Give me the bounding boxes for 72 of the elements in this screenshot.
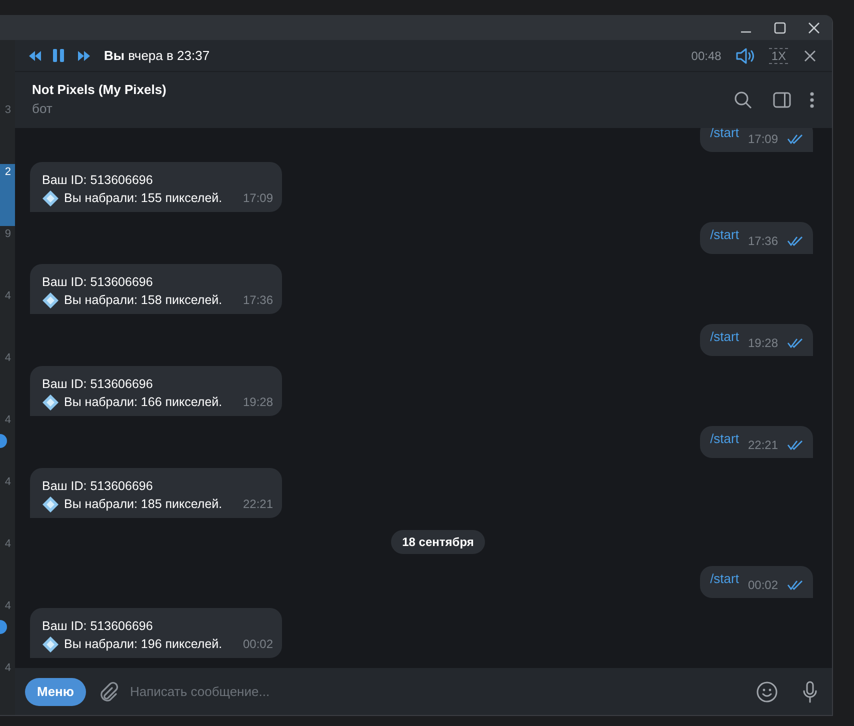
time-fragment: 3: [4, 104, 11, 116]
message-text: Вы набрали: 158 пикселей.: [64, 292, 222, 309]
command-link[interactable]: /start: [710, 128, 739, 143]
chat-list-item[interactable]: 9: [0, 226, 15, 288]
time-fragment: 4: [4, 600, 11, 612]
diamond-icon: [42, 292, 59, 308]
message-text: Ваш ID: 513606696: [42, 172, 154, 189]
time-fragment: 9: [4, 228, 11, 240]
diamond-icon: [42, 496, 59, 512]
chat-list-item[interactable]: 4: [0, 288, 15, 350]
fast-forward-icon[interactable]: [77, 50, 91, 62]
maximize-icon[interactable]: [774, 22, 786, 34]
message-text: Ваш ID: 513606696: [42, 376, 154, 393]
time-fragment: 4: [4, 662, 11, 674]
message-text: Ваш ID: 513606696: [42, 274, 154, 291]
search-icon[interactable]: [734, 91, 752, 109]
chat-list-item[interactable]: 4: [0, 598, 15, 660]
chat-list-item[interactable]: 4: [0, 350, 15, 412]
message-text: Ваш ID: 513606696: [42, 478, 154, 495]
playback-speed-button[interactable]: 1X: [769, 48, 788, 64]
chat-list-item[interactable]: 3: [0, 102, 15, 164]
command-link[interactable]: /start: [710, 569, 739, 589]
message-input[interactable]: Написать сообщение...: [130, 676, 756, 706]
message-text: Ваш ID: 513606696: [42, 618, 154, 635]
sidebar-toggle-icon[interactable]: [773, 92, 791, 108]
paperclip-icon[interactable]: [98, 680, 118, 702]
message-time: 00:02: [748, 577, 778, 594]
message-time: 17:36: [748, 233, 778, 250]
message-time: 17:36: [242, 292, 273, 309]
time-fragment: 4: [4, 352, 11, 364]
message-text: Вы набрали: 166 пикселей.: [64, 394, 222, 411]
diamond-icon: [42, 190, 59, 206]
time-fragment: 4: [4, 290, 11, 302]
close-icon[interactable]: [804, 50, 816, 62]
microphone-icon[interactable]: [802, 680, 818, 702]
more-options-icon[interactable]: [810, 92, 814, 108]
diamond-icon: [42, 636, 59, 652]
time-fragment: 4: [4, 414, 11, 426]
emoji-icon[interactable]: [756, 680, 778, 702]
message-composer[interactable]: Меню Написать сообщение...: [15, 668, 832, 715]
message-time: 00:02: [242, 636, 273, 653]
message-text: Вы набрали: 155 пикселей.: [64, 190, 222, 207]
chat-list-item[interactable]: 4: [0, 536, 15, 598]
message-text: Вы набрали: 185 пикселей.: [64, 496, 222, 513]
chat-list-item[interactable]: 4: [0, 412, 15, 474]
chat-list-item[interactable]: 4: [0, 474, 15, 536]
speaker-icon[interactable]: [736, 48, 756, 64]
track-info: Вы вчера в 23:37: [104, 46, 210, 65]
command-link[interactable]: /start: [710, 429, 739, 449]
message-text: Вы набрали: 196 пикселей.: [64, 636, 222, 653]
close-icon[interactable]: [808, 22, 820, 34]
message-time: 19:28: [242, 394, 273, 411]
track-time: 00:48: [691, 48, 722, 64]
pause-icon[interactable]: [53, 49, 64, 62]
rewind-icon[interactable]: [28, 50, 42, 62]
message-time: 17:09: [242, 190, 273, 207]
message-time: 17:09: [748, 131, 778, 148]
command-link[interactable]: /start: [710, 327, 739, 347]
message-time: 22:21: [748, 437, 778, 454]
time-fragment: 4: [4, 538, 11, 550]
chat-list-item[interactable]: 4: [0, 660, 15, 715]
chat-title: Not Pixels (My Pixels): [32, 81, 166, 99]
chat-subtitle: бот: [32, 100, 54, 118]
message-time: 19:28: [748, 335, 778, 352]
time-fragment: 2: [4, 166, 11, 178]
message-time: 22:21: [242, 496, 273, 513]
date-separator: 18 сентября: [391, 530, 485, 554]
time-fragment: 4: [4, 476, 11, 488]
diamond-icon: [42, 394, 59, 410]
menu-button[interactable]: Меню: [25, 678, 86, 706]
chat-list-item[interactable]: 2: [0, 164, 15, 226]
command-link[interactable]: /start: [710, 225, 739, 245]
